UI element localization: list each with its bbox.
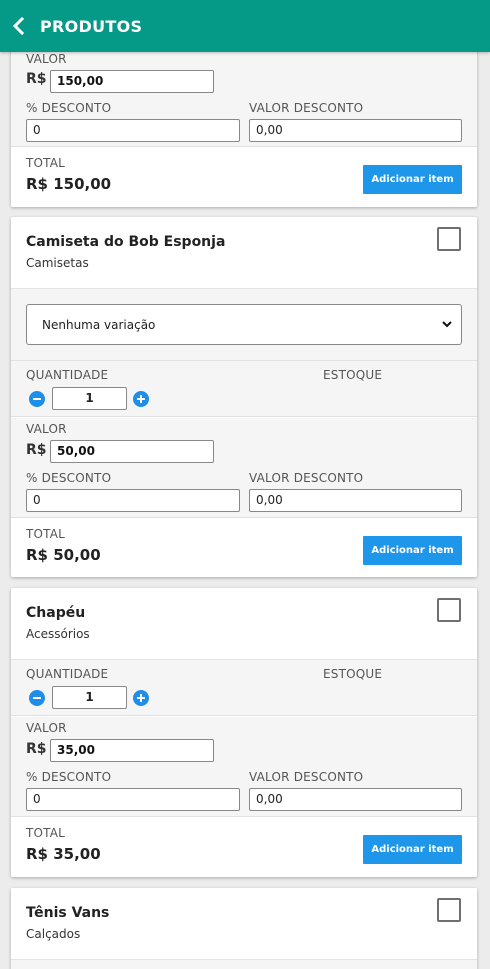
price-section: VALOR R$ 35,00 % DESCONTO VALOR DESCONTO… [11, 717, 477, 817]
total-label: TOTAL [26, 156, 66, 170]
add-item-button[interactable]: Adicionar item [363, 165, 462, 194]
currency-label: R$ [26, 741, 47, 757]
chevron-left-icon [12, 17, 25, 35]
desconto-input[interactable]: 0 [26, 489, 240, 512]
total-amount: R$ 150,00 [26, 175, 112, 193]
quantity-section [11, 960, 477, 969]
page-title: PRODUTOS [40, 16, 143, 36]
product-name: Chapéu [26, 605, 86, 621]
valor-label: VALOR [26, 721, 67, 735]
back-button[interactable] [2, 0, 36, 52]
estoque-label: ESTOQUE [323, 667, 383, 681]
product-category: Calçados [26, 927, 81, 941]
valor-desconto-input[interactable]: 0,00 [249, 489, 462, 512]
decrease-quantity-button[interactable] [29, 690, 45, 706]
desconto-label: % DESCONTO [26, 471, 112, 485]
desconto-input[interactable]: 0 [26, 788, 240, 811]
variation-select[interactable]: Nenhuma variação [26, 304, 462, 345]
product-card: Camiseta do Bob Esponja Camisetas Nenhum… [11, 217, 477, 577]
add-item-button[interactable]: Adicionar item [363, 835, 462, 864]
quantity-section: QUANTIDADE ESTOQUE 1 [11, 660, 477, 716]
quantity-input[interactable]: 1 [52, 686, 127, 709]
valor-input[interactable]: 50,00 [50, 440, 214, 463]
chevron-down-icon [442, 321, 452, 328]
desconto-label: % DESCONTO [26, 770, 112, 784]
valor-desconto-input[interactable]: 0,00 [249, 119, 462, 142]
total-amount: R$ 35,00 [26, 845, 101, 863]
product-category: Camisetas [26, 256, 89, 270]
app-bar: PRODUTOS [0, 0, 490, 52]
product-name: Camiseta do Bob Esponja [26, 234, 226, 250]
product-card: Tênis Vans Calçados [11, 888, 477, 969]
total-label: TOTAL [26, 527, 66, 541]
desconto-input[interactable]: 0 [26, 119, 240, 142]
valor-input[interactable]: 35,00 [50, 739, 214, 762]
total-amount: R$ 50,00 [26, 546, 101, 564]
valor-input[interactable]: 150,00 [50, 70, 214, 93]
valor-label: VALOR [26, 422, 67, 436]
total-label: TOTAL [26, 826, 66, 840]
select-checkbox[interactable] [437, 898, 461, 922]
valor-desconto-input[interactable]: 0,00 [249, 788, 462, 811]
valor-label: VALOR [26, 52, 67, 66]
product-card: Chapéu Acessórios QUANTIDADE ESTOQUE 1 V… [11, 588, 477, 877]
variation-section: Nenhuma variação [11, 289, 477, 361]
quantity-input[interactable]: 1 [52, 387, 127, 410]
total-section: TOTAL R$ 150,00 Adicionar item [11, 148, 477, 206]
valor-desconto-label: VALOR DESCONTO [249, 471, 364, 485]
total-section: TOTAL R$ 50,00 Adicionar item [11, 519, 477, 577]
desconto-label: % DESCONTO [26, 101, 112, 115]
select-checkbox[interactable] [437, 598, 461, 622]
currency-label: R$ [26, 71, 47, 87]
product-header: Camiseta do Bob Esponja Camisetas [11, 217, 477, 289]
valor-desconto-label: VALOR DESCONTO [249, 770, 364, 784]
decrease-quantity-button[interactable] [29, 391, 45, 407]
valor-desconto-label: VALOR DESCONTO [249, 101, 364, 115]
product-header: Chapéu Acessórios [11, 588, 477, 660]
quantidade-label: QUANTIDADE [26, 368, 109, 382]
product-category: Acessórios [26, 627, 90, 641]
product-name: Tênis Vans [26, 905, 110, 921]
increase-quantity-button[interactable] [133, 690, 149, 706]
price-section: VALOR R$ 50,00 % DESCONTO VALOR DESCONTO… [11, 418, 477, 518]
total-section: TOTAL R$ 35,00 Adicionar item [11, 818, 477, 876]
add-item-button[interactable]: Adicionar item [363, 536, 462, 565]
quantity-section: QUANTIDADE ESTOQUE 1 [11, 361, 477, 417]
increase-quantity-button[interactable] [133, 391, 149, 407]
variation-value: Nenhuma variação [42, 317, 156, 332]
estoque-label: ESTOQUE [323, 368, 383, 382]
select-checkbox[interactable] [437, 227, 461, 251]
product-header: Tênis Vans Calçados [11, 888, 477, 960]
currency-label: R$ [26, 442, 47, 458]
quantidade-label: QUANTIDADE [26, 667, 109, 681]
